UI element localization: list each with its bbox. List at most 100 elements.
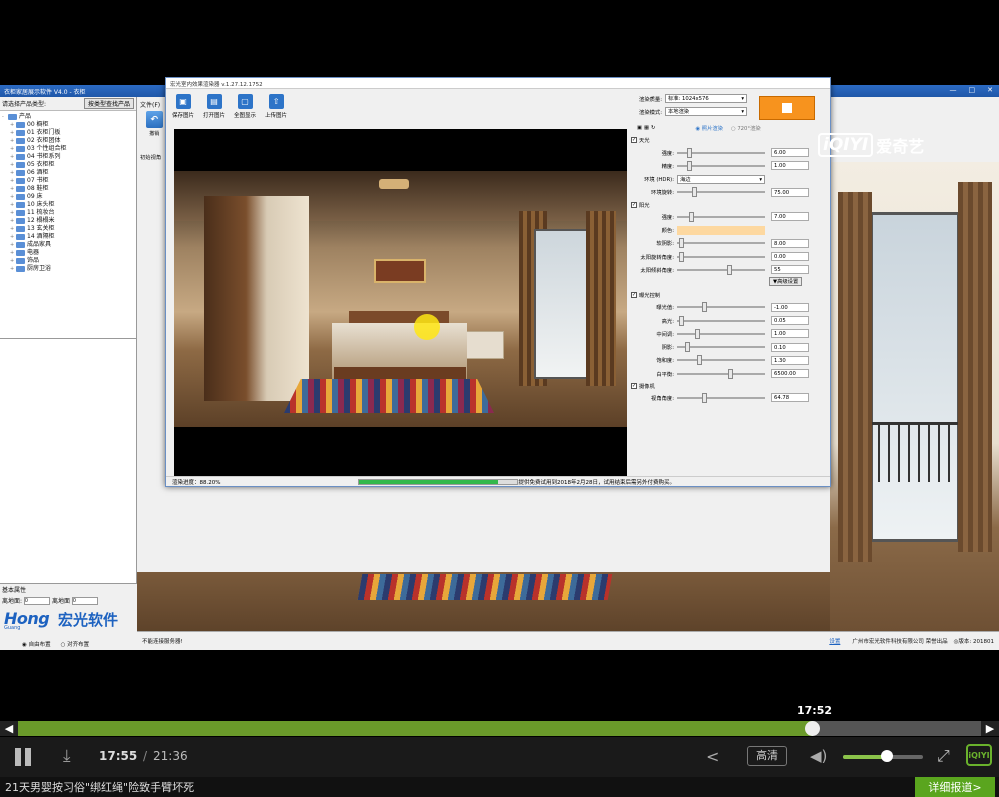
env-select[interactable]: 海边 bbox=[677, 174, 765, 184]
sun-intensity-slider[interactable] bbox=[677, 211, 765, 222]
search-by-type-button[interactable]: 按类型查找产品 bbox=[83, 98, 134, 109]
slider-thumb[interactable] bbox=[701, 302, 707, 313]
sun-intensity-value[interactable]: 7.00 bbox=[771, 212, 809, 222]
slider-track[interactable] bbox=[677, 328, 765, 339]
fov-slider[interactable] bbox=[677, 392, 765, 403]
slider-track[interactable] bbox=[677, 355, 765, 366]
slider-thumb[interactable] bbox=[686, 160, 692, 171]
top-input[interactable] bbox=[72, 596, 99, 605]
slider-thumb[interactable] bbox=[678, 238, 684, 249]
fov-value[interactable]: 64.78 bbox=[771, 393, 809, 403]
render-tool-button[interactable]: ▢ 全图显示 bbox=[234, 94, 256, 119]
slider-value[interactable]: 6500.00 bbox=[771, 369, 809, 379]
tree-item[interactable]: +11 梳妆台 bbox=[2, 209, 134, 217]
render-tool-button[interactable]: ▣ 保存图片 bbox=[172, 94, 194, 119]
slider-track[interactable] bbox=[677, 238, 765, 249]
render-tool-button[interactable]: ⇧ 上传图片 bbox=[265, 94, 287, 119]
tree-item[interactable]: +05 衣柜柜 bbox=[2, 161, 134, 169]
pause-button[interactable] bbox=[15, 748, 35, 766]
slider-value[interactable]: 8.00 bbox=[771, 238, 809, 248]
slider-thumb[interactable] bbox=[728, 368, 734, 379]
render-tool-button[interactable]: ▤ 打开图片 bbox=[203, 94, 225, 119]
volume-icon[interactable]: ◀) bbox=[810, 747, 827, 765]
slider-track[interactable] bbox=[677, 368, 765, 379]
news-headline[interactable]: 21天男婴按习俗"绑红绳"险致手臂坏死 bbox=[0, 779, 194, 795]
maximize-button[interactable]: □ bbox=[969, 86, 976, 94]
slider-thumb[interactable] bbox=[678, 315, 684, 326]
env-rotation-thumb[interactable] bbox=[691, 187, 697, 198]
tree-item[interactable]: +14 酒隔柜 bbox=[2, 233, 134, 241]
slider-value[interactable]: 0.05 bbox=[771, 316, 809, 325]
slider-thumb[interactable] bbox=[685, 342, 691, 353]
height-input[interactable] bbox=[24, 596, 51, 605]
tree-item[interactable]: +09 床 bbox=[2, 193, 134, 201]
tree-item[interactable]: + 电器 bbox=[2, 249, 134, 257]
seek-track[interactable] bbox=[18, 721, 981, 736]
volume-knob[interactable] bbox=[881, 750, 893, 762]
render-quality-select[interactable]: 标准: 1024x576 bbox=[665, 94, 747, 104]
save-icon[interactable]: ▣ bbox=[637, 125, 642, 131]
status-settings-link[interactable]: 设置 bbox=[829, 637, 840, 645]
slider-track[interactable] bbox=[677, 342, 765, 353]
slider-thumb[interactable] bbox=[678, 251, 684, 262]
radio-photo-render[interactable]: ◉ 照片渲染 bbox=[695, 124, 723, 132]
sky-checkbox[interactable]: ✓ 天光 bbox=[631, 135, 823, 146]
share-icon[interactable]: < bbox=[706, 747, 719, 766]
slider-value[interactable]: 55 bbox=[771, 265, 809, 275]
slider-track[interactable] bbox=[677, 160, 765, 171]
exposure-checkbox[interactable]: ✓ 曝光控制 bbox=[631, 290, 823, 301]
tree-item[interactable]: - 产品 bbox=[2, 113, 134, 121]
iqiyi-logo-button[interactable]: iQIYI bbox=[966, 744, 992, 766]
subbar-item[interactable]: 初始视角 bbox=[140, 153, 161, 161]
rewind-icon[interactable]: ◀ bbox=[0, 721, 18, 736]
slider-track[interactable] bbox=[677, 251, 765, 262]
sun-checkbox[interactable]: ✓ 阳光 bbox=[631, 199, 823, 210]
tree-item[interactable]: +03 个性组合柜 bbox=[2, 145, 134, 153]
slider-thumb[interactable] bbox=[726, 264, 732, 275]
slider-track[interactable] bbox=[677, 264, 765, 275]
tree-item[interactable]: +00 橱柜 bbox=[2, 121, 134, 129]
news-detail-button[interactable]: 详细报道> bbox=[915, 777, 995, 797]
sun-intensity-thumb[interactable] bbox=[688, 211, 694, 222]
minimize-button[interactable]: — bbox=[950, 86, 957, 94]
radio-align-layout[interactable]: ○ 对齐布置 bbox=[61, 640, 90, 648]
tree-item[interactable]: + 饰品 bbox=[2, 257, 134, 265]
slider-value[interactable]: 1.00 bbox=[771, 329, 809, 339]
slider-value[interactable]: 0.00 bbox=[771, 252, 809, 262]
forward-icon[interactable]: ▶ bbox=[981, 721, 999, 736]
slider-track[interactable] bbox=[677, 315, 765, 326]
tree-item[interactable]: + 成品家具 bbox=[2, 241, 134, 249]
quality-button[interactable]: 高清 bbox=[747, 746, 787, 766]
tree-item[interactable]: +13 玄关柜 bbox=[2, 225, 134, 233]
tree-item[interactable]: +06 酒柜 bbox=[2, 169, 134, 177]
tree-item[interactable]: +02 衣柜团体 bbox=[2, 137, 134, 145]
seek-knob[interactable] bbox=[804, 721, 820, 736]
render-mode-select[interactable]: 本地渲染 bbox=[665, 107, 747, 117]
slider-thumb[interactable] bbox=[696, 355, 702, 366]
close-button[interactable]: ✕ bbox=[987, 86, 993, 94]
slider-value[interactable]: 1.00 bbox=[771, 161, 809, 171]
3d-scene-view[interactable] bbox=[830, 162, 999, 631]
tree-item[interactable]: +12 榻榻米 bbox=[2, 217, 134, 225]
slider-value[interactable]: -1.00 bbox=[771, 302, 809, 312]
fullscreen-icon[interactable]: ⤢ bbox=[937, 746, 950, 766]
tree-item[interactable]: +01 衣柜门板 bbox=[2, 129, 134, 137]
grid-icon[interactable]: ▦ bbox=[644, 125, 649, 131]
radio-pano-render[interactable]: ○ 720°渲染 bbox=[731, 124, 761, 132]
start-render-button[interactable] bbox=[759, 96, 815, 120]
tree-item[interactable]: +07 书柜 bbox=[2, 177, 134, 185]
slider-value[interactable]: 0.10 bbox=[771, 342, 809, 352]
seek-bar[interactable]: ◀ ▶ bbox=[0, 721, 999, 736]
tree-item[interactable]: +04 书柜系列 bbox=[2, 153, 134, 161]
menu-item[interactable]: 文件(F) bbox=[140, 100, 160, 109]
env-rotation-value[interactable]: 75.00 bbox=[771, 187, 809, 197]
download-icon[interactable]: ⤓ bbox=[63, 746, 71, 766]
sun-color-swatch[interactable] bbox=[677, 225, 765, 235]
slider-value[interactable]: 6.00 bbox=[771, 148, 809, 158]
slider-track[interactable] bbox=[677, 302, 765, 313]
env-rotation-slider[interactable] bbox=[677, 187, 765, 198]
slider-track[interactable] bbox=[677, 147, 765, 158]
tree-item[interactable]: + 厨房卫浴 bbox=[2, 265, 134, 273]
fov-thumb[interactable] bbox=[701, 392, 707, 403]
radio-free-layout[interactable]: ◉ 自由布置 bbox=[22, 640, 51, 648]
